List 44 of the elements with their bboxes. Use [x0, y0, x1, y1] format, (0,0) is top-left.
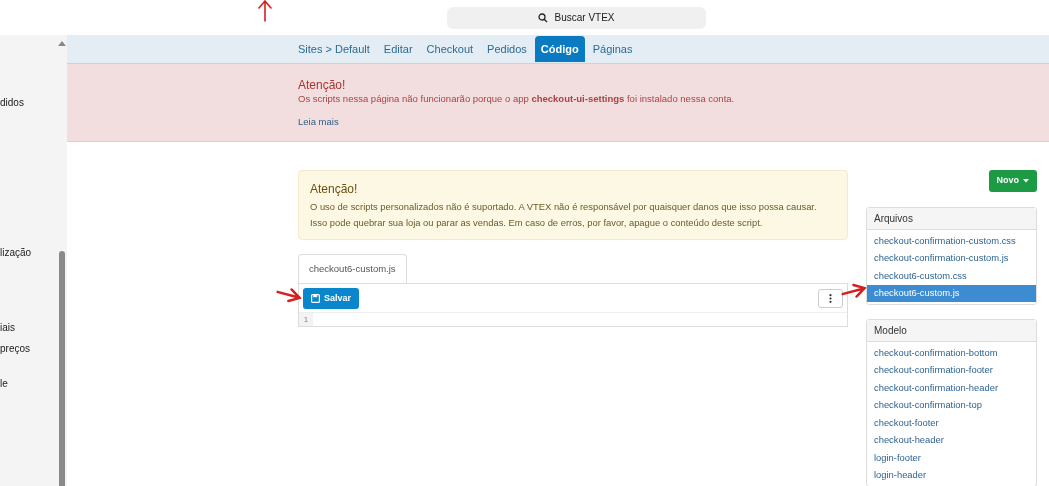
save-button[interactable]: Salvar [303, 288, 360, 309]
line-number: 1 [303, 314, 309, 326]
file-tab[interactable]: checkout6-custom.js [298, 254, 407, 283]
alert-text: O uso de scripts personalizados não é suportado. A VTEX não é responsável por quaisquer danos que isso possa causar. [310, 200, 818, 213]
file-item[interactable]: checkout-confirmation-top [867, 396, 1036, 414]
nav-tab[interactable]: Páginas [586, 36, 639, 62]
new-button[interactable]: Novo [988, 170, 1037, 192]
search-field[interactable]: Buscar VTEX [447, 6, 706, 29]
nav-tab[interactable]: Sites > Default [292, 36, 376, 62]
file-item[interactable]: checkout6-custom.js [867, 284, 1036, 302]
file-item[interactable]: checkout6-custom.css [867, 267, 1036, 285]
file-item[interactable]: checkout-confirmation-custom.css [867, 232, 1036, 250]
file-item[interactable]: checkout-confirmation-footer [867, 361, 1036, 379]
search-icon [538, 12, 549, 23]
file-item[interactable]: checkout-confirmation-header [867, 379, 1036, 397]
nav-tab[interactable]: Editar [377, 36, 419, 62]
save-icon [311, 294, 320, 303]
sidebar-item[interactable]: lização [0, 247, 67, 259]
nav-tab[interactable]: Pedidos [481, 36, 533, 62]
panel-title: Arquivos [867, 208, 1036, 230]
file-item[interactable]: checkout-header [867, 431, 1036, 449]
sidebar-item[interactable]: le [0, 378, 67, 390]
code-editor[interactable]: 1 [299, 312, 847, 326]
sidebar-item[interactable]: iais [0, 322, 67, 334]
scrollbar-thumb[interactable] [58, 251, 65, 486]
nav-tab[interactable]: Código [534, 36, 585, 62]
sidebar-item[interactable]: preços [0, 343, 67, 355]
alert-text: Isso pode quebrar sua loja ou parar as vendas. Em caso de erros, por favor, apague o conteúdo deste script. [310, 216, 764, 229]
alert-title: Atenção! [310, 181, 359, 197]
nav-tab[interactable]: Checkout [420, 36, 480, 62]
file-item[interactable]: checkout-confirmation-custom.js [867, 249, 1036, 267]
arrow-annotation [256, 0, 274, 22]
file-item[interactable]: checkout-confirmation-bottom [867, 344, 1036, 362]
alert-text: Os scripts nessa página não funcionarão porque o app checkout-ui-settings foi instalado nessa conta. [298, 92, 736, 106]
read-more-link[interactable]: Leia mais [298, 115, 339, 130]
panel-title: Modelo [867, 320, 1036, 342]
caret-icon [1023, 179, 1029, 183]
sidebar-item[interactable]: didos [0, 97, 67, 109]
alert-title: Atenção! [298, 78, 347, 92]
more-icon [829, 294, 832, 303]
more-button[interactable] [818, 289, 843, 308]
file-item[interactable]: checkout-footer [867, 414, 1036, 432]
file-item[interactable]: login-header [867, 466, 1036, 484]
file-item[interactable]: login-footer [867, 449, 1036, 467]
